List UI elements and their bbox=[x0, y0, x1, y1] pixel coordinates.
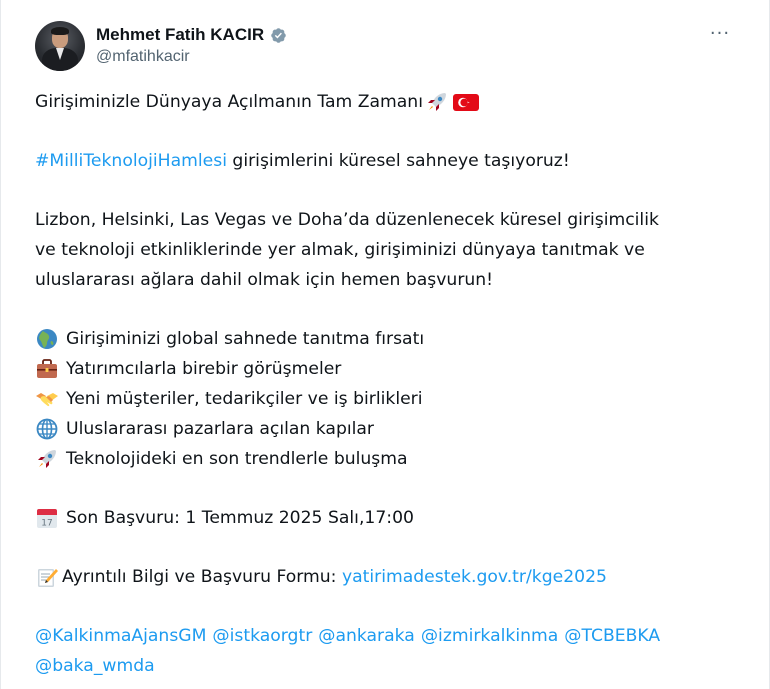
calendar-day: 17 bbox=[41, 519, 52, 529]
paragraph-line-1: Lizbon, Helsinki, Las Vegas ve Doha’da d… bbox=[35, 210, 659, 230]
bullet-text: Yeni müşteriler, tedarikçiler ve iş birl… bbox=[66, 389, 423, 409]
mention-link[interactable]: @ankaraka bbox=[318, 621, 415, 651]
avatar[interactable] bbox=[35, 21, 85, 71]
briefcase-icon bbox=[35, 358, 59, 380]
mention-link[interactable]: @KalkinmaAjansGM bbox=[35, 621, 206, 651]
application-link[interactable]: yatirimadestek.gov.tr/kge2025 bbox=[342, 562, 607, 592]
verified-badge-icon bbox=[270, 27, 287, 44]
calendar-icon: 17 bbox=[35, 507, 59, 529]
author-handle[interactable]: @mfatihkacir bbox=[96, 48, 190, 66]
bullet-text: Yatırımcılarla birebir görüşmeler bbox=[66, 359, 342, 379]
handshake-icon bbox=[35, 388, 59, 410]
mention-link[interactable]: @izmirkalkinma bbox=[421, 621, 558, 651]
tweet-card: Mehmet Fatih KACIR @mfatihkacir ··· Giri… bbox=[0, 0, 770, 689]
more-options-button[interactable]: ··· bbox=[707, 23, 733, 44]
mentions-line-1: @KalkinmaAjansGM @istkaorgtr @ankaraka @… bbox=[35, 621, 739, 651]
bullet-text: Girişiminizi global sahnede tanıtma fırs… bbox=[66, 329, 425, 349]
tweet-text: Girişiminizle Dünyaya Açılmanın Tam Zama… bbox=[35, 87, 739, 681]
hashtag-link[interactable]: #MilliTeknolojiHamlesi bbox=[35, 146, 227, 176]
mention-link[interactable]: @TCBEBKA bbox=[564, 621, 660, 651]
bullet-item: Yeni müşteriler, tedarikçiler ve iş birl… bbox=[35, 384, 739, 414]
author-name-row[interactable]: Mehmet Fatih KACIR bbox=[96, 25, 287, 45]
mentions-line-2: @baka_wmda bbox=[35, 651, 739, 681]
headline-line: Girişiminizle Dünyaya Açılmanın Tam Zama… bbox=[35, 87, 739, 117]
paragraph-line-3: uluslararası ağlara dahil olmak için hem… bbox=[35, 270, 494, 290]
bullet-item: Girişiminizi global sahnede tanıtma fırs… bbox=[35, 324, 739, 354]
paragraph-line-2: ve teknoloji etkinliklerinde yer almak, … bbox=[35, 240, 645, 260]
turkey-flag-icon bbox=[452, 91, 479, 113]
rocket-icon bbox=[425, 91, 449, 113]
bullet-item: Teknolojideki en son trendlerle buluşma bbox=[35, 444, 739, 474]
bullet-text: Teknolojideki en son trendlerle buluşma bbox=[66, 449, 408, 469]
bullet-item: Yatırımcılarla birebir görüşmeler bbox=[35, 354, 739, 384]
memo-icon bbox=[35, 566, 59, 588]
globe-africa-icon bbox=[35, 328, 59, 350]
tweet-header: Mehmet Fatih KACIR @mfatihkacir ··· bbox=[35, 21, 739, 73]
bullet-text: Uluslararası pazarlara açılan kapılar bbox=[66, 419, 374, 439]
mention-link[interactable]: @baka_wmda bbox=[35, 651, 155, 681]
rocket-icon bbox=[35, 448, 59, 470]
mention-link[interactable]: @istkaorgtr bbox=[212, 621, 312, 651]
deadline-line: 17 Son Başvuru: 1 Temmuz 2025 Salı,17:00 bbox=[35, 503, 739, 533]
deadline-text: Son Başvuru: 1 Temmuz 2025 Salı,17:00 bbox=[66, 508, 414, 528]
hashtag-line: #MilliTeknolojiHamlesi girişimlerini kür… bbox=[35, 146, 739, 176]
info-label: Ayrıntılı Bilgi ve Başvuru Formu: bbox=[62, 567, 342, 587]
globe-meridians-icon bbox=[35, 418, 59, 440]
author-display-name[interactable]: Mehmet Fatih KACIR bbox=[96, 25, 264, 45]
info-line: Ayrıntılı Bilgi ve Başvuru Formu: yatiri… bbox=[35, 562, 739, 592]
hashtag-rest-text: girişimlerini küresel sahneye taşıyoruz! bbox=[226, 151, 570, 171]
headline-text: Girişiminizle Dünyaya Açılmanın Tam Zama… bbox=[35, 92, 423, 112]
bullet-item: Uluslararası pazarlara açılan kapılar bbox=[35, 414, 739, 444]
avatar-hair bbox=[51, 27, 69, 35]
